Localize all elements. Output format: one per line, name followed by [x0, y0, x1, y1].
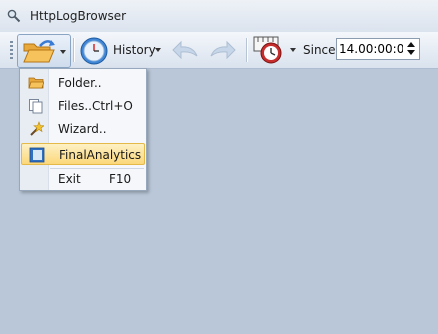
toolbar: History Since: [0, 32, 438, 69]
menu-item-label: Files..: [58, 99, 92, 113]
forward-arrow-icon[interactable]: [207, 38, 239, 62]
since-label: Since: [303, 43, 336, 57]
calendar-clock-icon[interactable]: [252, 35, 286, 65]
menu-item-files[interactable]: Files.. Ctrl+O: [21, 95, 145, 117]
magnifier-icon: [7, 9, 21, 23]
folder-icon: [28, 77, 44, 89]
toolbar-separator: [73, 38, 75, 62]
chevron-down-icon: [60, 50, 66, 54]
menu-item-shortcut: Ctrl+O: [92, 99, 133, 113]
spin-up-icon[interactable]: [407, 42, 415, 47]
since-input[interactable]: [339, 41, 403, 57]
open-folder-icon: [23, 40, 55, 63]
back-arrow-icon[interactable]: [169, 38, 201, 62]
since-dropdown-icon[interactable]: [290, 48, 296, 52]
spin-down-icon[interactable]: [407, 50, 415, 55]
title-bar: HttpLogBrowser: [0, 0, 438, 33]
open-button[interactable]: [17, 34, 71, 68]
history-icon[interactable]: [79, 36, 109, 66]
menu-item-label: FinalAnalytics: [59, 148, 142, 162]
spin-buttons[interactable]: [405, 41, 417, 57]
history-dropdown-icon[interactable]: [155, 48, 161, 52]
menu-item-folder[interactable]: Folder..: [21, 72, 145, 94]
menu-item-wizard[interactable]: Wizard..: [21, 118, 145, 140]
files-icon: [29, 99, 43, 114]
toolbar-separator: [246, 38, 248, 62]
analytics-icon: [29, 147, 45, 163]
menu-item-label: Exit: [58, 172, 81, 186]
since-stepper[interactable]: [336, 38, 420, 60]
menu-item-shortcut: F10: [109, 172, 132, 186]
history-button-label[interactable]: History: [113, 43, 156, 57]
menu-item-label: Wizard..: [58, 122, 107, 136]
menu-item-exit[interactable]: Exit F10: [21, 168, 145, 190]
wizard-icon: [30, 121, 44, 136]
toolbar-grip[interactable]: [10, 41, 13, 61]
menu-item-finalanalytics[interactable]: FinalAnalytics: [21, 143, 145, 165]
open-menu: Folder.. Files.. Ctrl+O Wizard.. FinalAn…: [19, 68, 147, 191]
menu-item-label: Folder..: [58, 76, 102, 90]
window-title: HttpLogBrowser: [30, 9, 127, 23]
